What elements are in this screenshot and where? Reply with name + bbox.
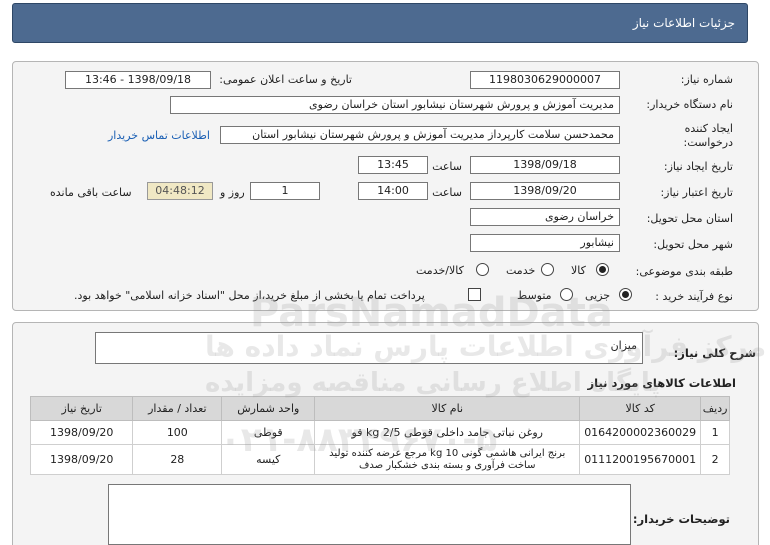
need-number-field[interactable]: 1198030629000007 [470,71,620,89]
city-field[interactable]: نیشابور [470,234,620,252]
table-row: 2 0111200195670001 برنج ایرانی هاشمی گون… [29,444,730,475]
items-table-header: ردیف کد کالا نام کالا واحد شمارش تعداد /… [29,396,730,421]
item-unit: کیسه [221,444,316,475]
validity-time-field[interactable]: 14:00 [358,182,428,200]
created-date-field[interactable]: 1398/09/18 [470,156,620,174]
category-goods-label: کالا [571,264,586,277]
process-medium-radio[interactable] [560,288,573,301]
buyer-contact-link[interactable]: اطلاعات تماس خریدار [108,129,210,142]
item-unit: قوطی [221,420,316,445]
created-date-label: تاریخ ایجاد نیاز: [663,160,733,173]
treasury-payment-note: پرداخت تمام یا بخشی از مبلغ خرید،از محل … [74,289,425,302]
item-name: برنج ایرانی هاشمی گونی 10 kg مرجع عرضه ک… [314,444,581,475]
col-unit: واحد شمارش [221,396,316,421]
process-medium-label: متوسط [517,289,552,302]
buyer-field[interactable]: مدیریت آموزش و پرورش شهرستان نیشابور است… [170,96,620,114]
process-label: نوع فرآیند خرید : [655,290,733,303]
process-partial-label: جزیی [585,289,611,302]
need-number-label: شماره نیاز: [680,73,733,86]
row-index: 2 [700,444,730,475]
col-need-date: تاریخ نیاز [29,396,134,421]
item-code: 0111200195670001 [579,444,702,475]
created-time-label: ساعت [432,160,462,173]
category-goods-radio[interactable] [596,263,609,276]
table-row: 1 0164200002360029 روغن نباتی جامد داخلی… [29,420,730,445]
category-both-label: کالا/خدمت [416,264,464,277]
col-row: ردیف [700,396,730,421]
buyer-label: نام دستگاه خریدار: [646,98,733,111]
items-table: ردیف کد کالا نام کالا واحد شمارش تعداد /… [29,396,730,475]
days-label: روز و [220,186,245,199]
creator-field[interactable]: محمدحسن سلامت کارپرداز مدیریت آموزش و پر… [220,126,620,144]
city-label: شهر محل تحویل: [653,238,733,251]
row-index: 1 [700,420,730,445]
remaining-time-field: 04:48:12 [147,182,213,200]
announce-label: تاریخ و ساعت اعلان عمومی: [219,73,352,86]
col-item-name: نام کالا [314,396,581,421]
creator-label-line1: ایجاد کننده [684,122,733,135]
col-quantity: تعداد / مقدار [132,396,223,421]
buyer-notes-field[interactable] [108,484,631,545]
validity-date-field[interactable]: 1398/09/20 [470,182,620,200]
items-section-title: اطلاعات کالاهای مورد نیاز [587,376,736,390]
creator-label-line2: درخواست: [683,136,733,149]
province-field[interactable]: خراسان رضوی [470,208,620,226]
process-partial-radio[interactable] [619,288,632,301]
item-quantity: 28 [132,444,223,475]
page-title: جزئیات اطلاعات نیاز [632,16,735,30]
page-header: جزئیات اطلاعات نیاز [12,3,748,43]
buyer-notes-label: توضیحات خریدار: [632,512,730,526]
col-item-code: کد کالا [579,396,702,421]
province-label: استان محل تحویل: [646,212,733,225]
created-time-field[interactable]: 13:45 [358,156,428,174]
summary-label: شرح کلی نیاز: [673,346,756,360]
remaining-days-field[interactable]: 1 [250,182,320,200]
validity-date-label: تاریخ اعتبار نیاز: [660,186,733,199]
treasury-payment-checkbox[interactable] [468,288,481,301]
item-name: روغن نباتی جامد داخلی قوطی 2/5 kg قو [314,420,581,445]
category-both-radio[interactable] [476,263,489,276]
item-quantity: 100 [132,420,223,445]
item-code: 0164200002360029 [579,420,702,445]
item-need-date: 1398/09/20 [29,420,134,445]
category-service-label: خدمت [506,264,536,277]
category-service-radio[interactable] [541,263,554,276]
summary-field[interactable]: میزان [95,332,643,364]
announce-field[interactable]: 1398/09/18 - 13:46 [65,71,211,89]
remaining-label: ساعت باقی مانده [50,186,132,199]
category-label: طبقه بندی موضوعی: [635,265,733,278]
item-need-date: 1398/09/20 [29,444,134,475]
validity-time-label: ساعت [432,186,462,199]
